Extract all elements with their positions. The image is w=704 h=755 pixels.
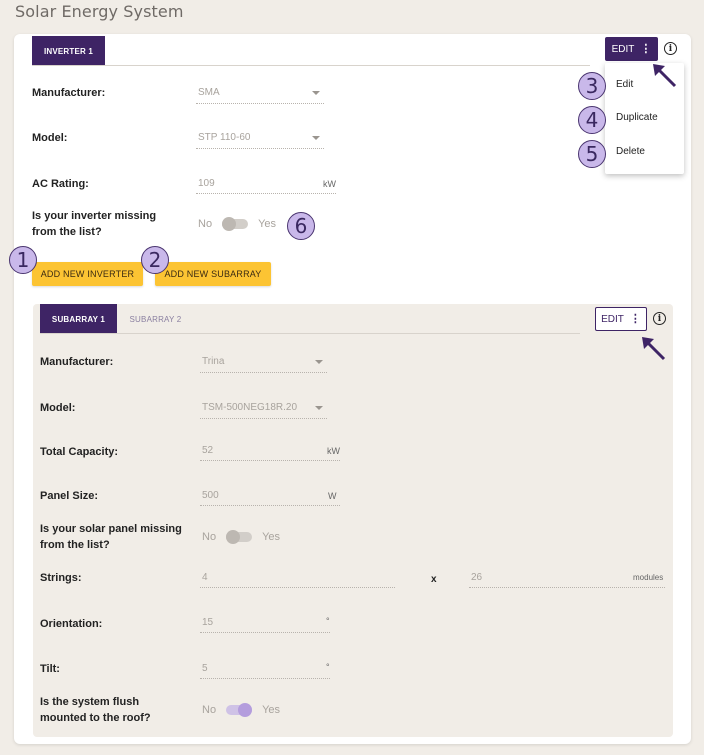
strings-multiply-sign: x xyxy=(431,574,437,585)
tilt-input[interactable]: 5 xyxy=(200,659,330,679)
caret-down-icon xyxy=(312,136,320,140)
annotation-6: 6 xyxy=(287,212,315,240)
edit-label: EDIT xyxy=(611,43,635,55)
inverter-edit-button[interactable]: EDIT ⋮ xyxy=(605,37,658,61)
tilt-unit: ° xyxy=(326,662,330,672)
toggle-no-label: No xyxy=(202,531,217,543)
input-value: 4 xyxy=(202,572,208,583)
tab-underline xyxy=(32,65,590,66)
toggle-no-label: No xyxy=(198,218,213,230)
inverter-missing-toggle[interactable]: No Yes xyxy=(198,217,277,231)
inverter-manufacturer-label: Manufacturer: xyxy=(32,87,106,99)
modules-unit: modules xyxy=(633,573,664,582)
menu-item-delete[interactable]: Delete xyxy=(616,146,645,157)
strings-label: Strings: xyxy=(40,572,82,584)
panel-missing-label: Is your solar panel missing from the lis… xyxy=(40,523,182,551)
caret-down-icon xyxy=(312,91,320,95)
toggle-no-label: No xyxy=(202,704,217,716)
ac-rating-input[interactable]: 109 xyxy=(196,174,336,194)
input-value: 500 xyxy=(202,490,219,501)
flush-mounted-label: Is the system flush mounted to the roof? xyxy=(40,696,151,724)
edit-label: EDIT xyxy=(601,313,624,325)
annotation-5: 5 xyxy=(578,140,606,168)
subarray-card: SUBARRAY 1 SUBARRAY 2 EDIT ⋮ i Manufactu… xyxy=(33,304,673,737)
input-value: 5 xyxy=(202,663,208,674)
orientation-input[interactable]: 15 xyxy=(200,613,330,633)
strings-input[interactable]: 4 xyxy=(200,568,395,588)
more-vert-icon: ⋮ xyxy=(640,42,652,55)
subarray-manufacturer-label: Manufacturer: xyxy=(40,356,114,368)
total-capacity-input[interactable]: 52 xyxy=(200,441,340,461)
toggle-yes-label: Yes xyxy=(258,218,277,230)
input-value: 52 xyxy=(202,445,214,456)
select-value: STP 110-60 xyxy=(198,132,251,143)
toggle-switch[interactable] xyxy=(226,703,253,717)
inverter-missing-label: Is your inverter missing from the list? xyxy=(32,210,157,238)
select-value: Trina xyxy=(202,356,225,367)
tab-underline xyxy=(40,333,580,334)
toggle-switch[interactable] xyxy=(226,530,253,544)
inverter-manufacturer-select[interactable]: SMA xyxy=(196,82,324,104)
toggle-switch[interactable] xyxy=(222,217,249,231)
menu-item-duplicate[interactable]: Duplicate xyxy=(616,112,658,123)
input-value: 15 xyxy=(202,617,214,628)
tab-inverter-1[interactable]: INVERTER 1 xyxy=(32,36,105,66)
menu-item-edit[interactable]: Edit xyxy=(616,79,633,90)
input-value: 109 xyxy=(198,178,215,189)
tab-subarray-2[interactable]: SUBARRAY 2 xyxy=(123,304,188,334)
add-new-subarray-button[interactable]: ADD NEW SUBARRAY xyxy=(155,262,271,286)
select-value: SMA xyxy=(198,87,220,98)
add-new-inverter-button[interactable]: ADD NEW INVERTER xyxy=(32,262,143,286)
input-value: 26 xyxy=(471,572,483,583)
subarray-edit-button[interactable]: EDIT ⋮ xyxy=(595,307,647,331)
panel-size-input[interactable]: 500 xyxy=(200,486,340,506)
caret-down-icon xyxy=(315,360,323,364)
toggle-knob xyxy=(222,217,237,231)
annotation-1: 1 xyxy=(9,246,37,274)
annotation-arrow-icon xyxy=(642,337,666,361)
info-icon[interactable]: i xyxy=(653,312,666,325)
total-capacity-unit: kW xyxy=(327,446,340,456)
inverter-model-select[interactable]: STP 110-60 xyxy=(196,127,324,149)
toggle-knob xyxy=(226,530,241,544)
info-icon[interactable]: i xyxy=(664,42,677,55)
subarray-model-select[interactable]: TSM-500NEG18R.20 xyxy=(200,397,327,419)
total-capacity-label: Total Capacity: xyxy=(40,446,119,458)
annotation-4: 4 xyxy=(578,106,606,134)
panel-size-label: Panel Size: xyxy=(40,490,99,502)
subarray-model-label: Model: xyxy=(40,402,76,414)
inverter-model-label: Model: xyxy=(32,132,68,144)
more-vert-icon: ⋮ xyxy=(629,312,641,325)
toggle-yes-label: Yes xyxy=(262,704,281,716)
annotation-2: 2 xyxy=(141,246,169,274)
annotation-arrow-icon xyxy=(653,64,677,88)
select-value: TSM-500NEG18R.20 xyxy=(202,402,298,413)
orientation-unit: ° xyxy=(326,616,330,626)
ac-rating-label: AC Rating: xyxy=(32,178,89,190)
toggle-yes-label: Yes xyxy=(262,531,281,543)
panel-size-unit: W xyxy=(328,491,337,501)
flush-mounted-toggle[interactable]: No Yes xyxy=(202,703,281,717)
tab-subarray-1[interactable]: SUBARRAY 1 xyxy=(40,304,117,334)
ac-rating-unit: kW xyxy=(323,179,336,189)
panel-missing-toggle[interactable]: No Yes xyxy=(202,530,281,544)
caret-down-icon xyxy=(315,406,323,410)
tilt-label: Tilt: xyxy=(40,663,60,675)
orientation-label: Orientation: xyxy=(40,618,103,630)
subarray-manufacturer-select[interactable]: Trina xyxy=(200,351,327,373)
annotation-3: 3 xyxy=(578,72,606,100)
toggle-knob xyxy=(238,703,253,717)
page-title: Solar Energy System xyxy=(15,2,184,21)
